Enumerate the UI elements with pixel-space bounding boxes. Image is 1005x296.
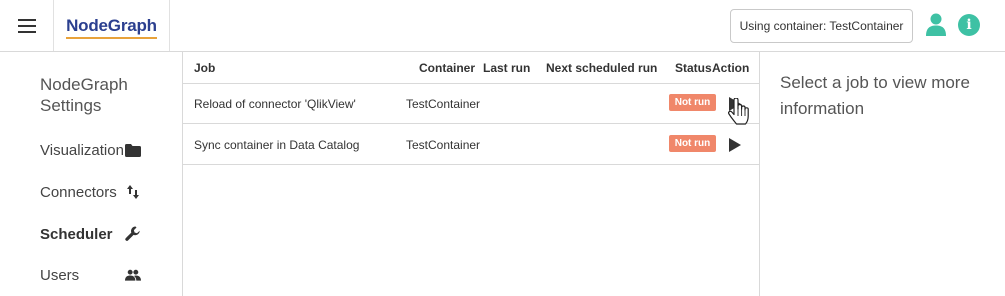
- sidebar-item-label: Scheduler: [40, 225, 113, 243]
- column-header-action: Action: [712, 61, 750, 75]
- table-row[interactable]: Sync container in Data Catalog TestConta…: [183, 125, 759, 165]
- job-container: TestContainer: [406, 138, 481, 152]
- container-selector-button[interactable]: Using container: TestContainer: [730, 9, 913, 43]
- user-icon[interactable]: [925, 13, 947, 37]
- sidebar-title: NodeGraph Settings: [40, 75, 128, 115]
- sidebar-item-scheduler[interactable]: Scheduler: [40, 222, 140, 246]
- job-name: Sync container in Data Catalog: [194, 138, 360, 152]
- settings-sidebar: NodeGraph Settings Visualization Connect…: [0, 52, 183, 296]
- swap-vertical-icon: [125, 184, 141, 200]
- sidebar-item-label: Users: [40, 266, 80, 284]
- folder-icon: [125, 142, 141, 158]
- info-placeholder-text: Select a job to view more information: [780, 73, 970, 118]
- play-icon[interactable]: [729, 138, 741, 152]
- hand-cursor-icon: [728, 98, 749, 125]
- column-header-container: Container: [419, 61, 476, 75]
- job-info-panel: Select a job to view more information: [761, 52, 1005, 296]
- logo-container[interactable]: NodeGraph: [54, 0, 170, 51]
- status-badge: Not run: [669, 94, 716, 111]
- column-header-job: Job: [194, 61, 216, 75]
- job-name: Reload of connector 'QlikView': [194, 97, 356, 111]
- status-badge: Not run: [669, 135, 716, 152]
- scheduler-table: Job Container Last run Next scheduled ru…: [183, 52, 760, 296]
- info-icon[interactable]: i: [958, 14, 980, 36]
- users-icon: [125, 267, 141, 283]
- sidebar-item-connectors[interactable]: Connectors: [40, 180, 139, 204]
- menu-button[interactable]: [0, 0, 54, 51]
- logo[interactable]: NodeGraph: [66, 16, 157, 39]
- sidebar-item-visualization[interactable]: Visualization: [40, 138, 141, 162]
- table-header: Job Container Last run Next scheduled ru…: [183, 52, 759, 84]
- sidebar-item-label: Connectors: [40, 183, 117, 201]
- column-header-status: Status: [675, 61, 712, 75]
- job-container: TestContainer: [406, 97, 481, 111]
- wrench-icon: [125, 226, 141, 242]
- column-header-last-run: Last run: [483, 61, 531, 75]
- sidebar-item-label: Visualization: [40, 141, 124, 159]
- sidebar-item-users[interactable]: Users: [40, 263, 141, 287]
- menu-icon: [17, 18, 36, 33]
- column-header-next-run: Next scheduled run: [546, 61, 658, 75]
- table-row[interactable]: Reload of connector 'QlikView' TestConta…: [183, 84, 759, 125]
- top-bar: NodeGraph Using container: TestContainer…: [0, 0, 1005, 52]
